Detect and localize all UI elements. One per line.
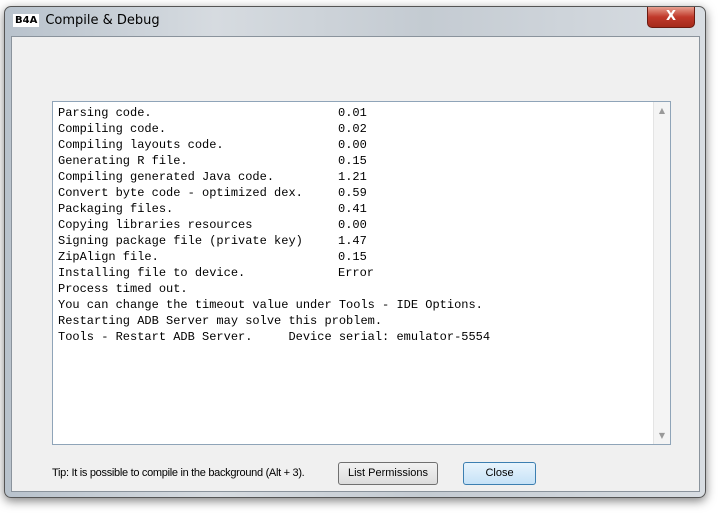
- log-step: Signing package file (private key): [58, 234, 303, 248]
- log-time: 0.00: [338, 138, 367, 152]
- log-step: Tools - Restart ADB Server. Device seria…: [58, 330, 491, 344]
- close-button[interactable]: Close: [463, 462, 536, 485]
- log-line: Installing file to device. Error: [58, 265, 490, 281]
- log-step: Installing file to device.: [58, 266, 246, 280]
- log-time: 0.00: [338, 218, 367, 232]
- scroll-down-icon[interactable]: ▼: [654, 431, 670, 440]
- scrollbar[interactable]: ▲ ▼: [653, 102, 670, 444]
- log-line: Compiling generated Java code. 1.21: [58, 169, 490, 185]
- compile-debug-dialog: B4A Compile & Debug X Parsing code. 0.01 C…: [4, 6, 706, 498]
- window-title: Compile & Debug: [45, 13, 160, 28]
- log-step: Restarting ADB Server may solve this pro…: [58, 314, 383, 328]
- log-step: Copying libraries resources: [58, 218, 253, 232]
- log-line: Convert byte code - optimized dex. 0.59: [58, 185, 490, 201]
- log-time: 0.02: [338, 122, 367, 136]
- log-step: Compiling code.: [58, 122, 167, 136]
- log-step: Process timed out.: [58, 282, 188, 296]
- log-step: ZipAlign file.: [58, 250, 159, 264]
- log-line: Generating R file. 0.15: [58, 153, 490, 169]
- log-time: 0.15: [338, 250, 367, 264]
- log-line: Restarting ADB Server may solve this pro…: [58, 313, 490, 329]
- scroll-up-icon[interactable]: ▲: [654, 106, 670, 115]
- log-line: Process timed out.: [58, 281, 490, 297]
- log-time: 0.59: [338, 186, 367, 200]
- log-time: 0.41: [338, 202, 367, 216]
- log-line: Signing package file (private key) 1.47: [58, 233, 490, 249]
- tip-text: Tip: It is possible to compile in the ba…: [52, 467, 305, 479]
- log-time: Error: [338, 266, 375, 280]
- log-step: Generating R file.: [58, 154, 188, 168]
- list-permissions-button[interactable]: List Permissions: [338, 462, 438, 485]
- log-time: 0.01: [338, 106, 367, 120]
- log-line: Packaging files. 0.41: [58, 201, 490, 217]
- app-logo-icon: B4A: [13, 14, 40, 27]
- log-line: Tools - Restart ADB Server. Device seria…: [58, 329, 490, 345]
- log-step: Convert byte code - optimized dex.: [58, 186, 303, 200]
- log-step: Compiling layouts code.: [58, 138, 224, 152]
- log-line: Compiling code. 0.02: [58, 121, 490, 137]
- log-line: ZipAlign file. 0.15: [58, 249, 490, 265]
- dialog-body: Parsing code. 0.01 Compiling code. 0.02 Comp…: [11, 36, 700, 492]
- log-time: 0.15: [338, 154, 367, 168]
- log-output[interactable]: Parsing code. 0.01 Compiling code. 0.02 Comp…: [52, 101, 671, 445]
- log-time: 1.21: [338, 170, 367, 184]
- title-bar: B4A Compile & Debug: [13, 13, 160, 28]
- close-window-button[interactable]: X: [647, 7, 695, 28]
- log-line: Compiling layouts code. 0.00: [58, 137, 490, 153]
- log-line: You can change the timeout value under T…: [58, 297, 490, 313]
- log-time: 1.47: [338, 234, 367, 248]
- log-step: Packaging files.: [58, 202, 174, 216]
- log-step: You can change the timeout value under T…: [58, 298, 483, 312]
- log-line: Copying libraries resources 0.00: [58, 217, 490, 233]
- log-line: Parsing code. 0.01: [58, 105, 490, 121]
- log-step: Parsing code.: [58, 106, 152, 120]
- log-step: Compiling generated Java code.: [58, 170, 275, 184]
